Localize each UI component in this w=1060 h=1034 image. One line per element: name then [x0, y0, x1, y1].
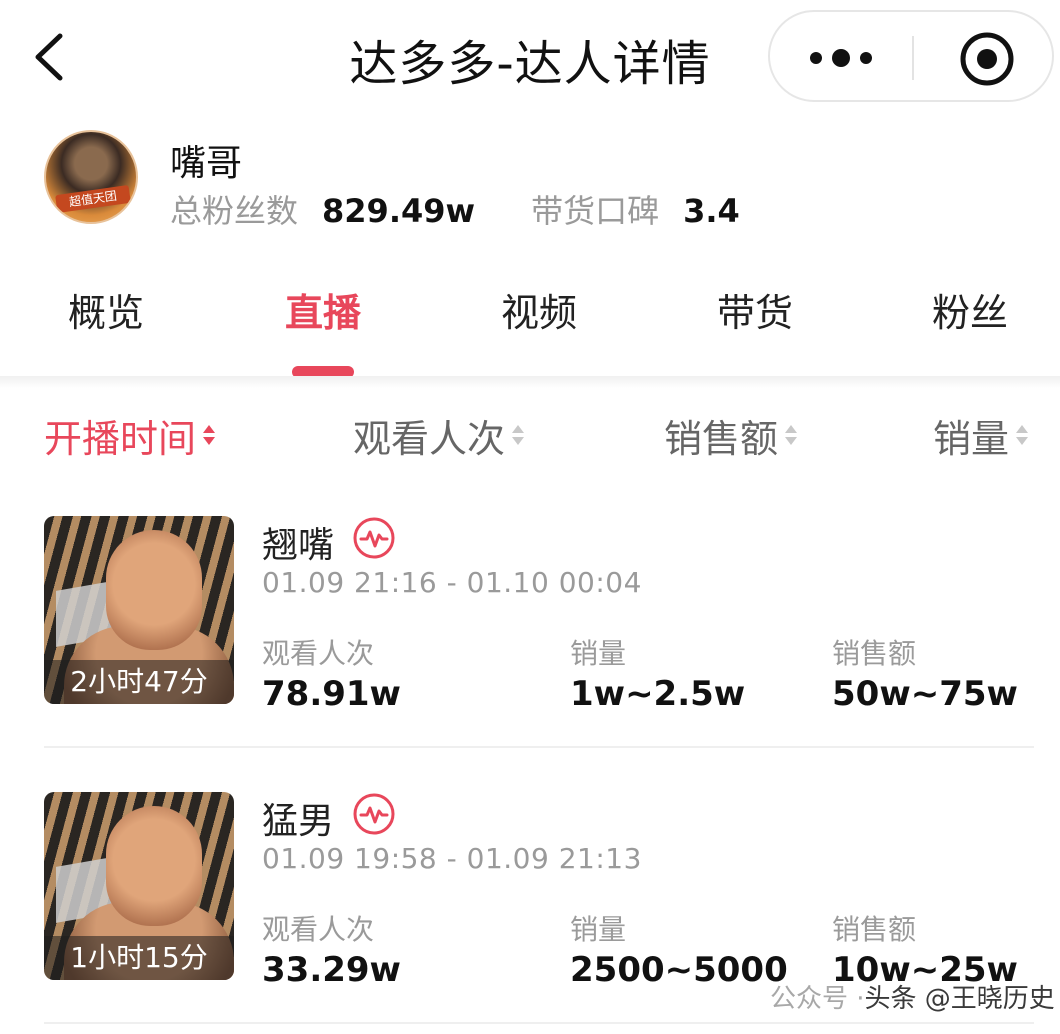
tab-sales[interactable]: 带货: [717, 282, 793, 337]
more-dots-icon[interactable]: [806, 40, 876, 76]
sort-volume[interactable]: 销量: [933, 408, 1029, 463]
watermark: 公众号 · 头条 @王晓历史: [762, 974, 1055, 1018]
metric-value: 33.29w: [262, 950, 401, 990]
metric-label: 销售额: [832, 637, 917, 670]
live-duration: 1小时15分: [44, 936, 234, 980]
reputation-value: 3.4: [683, 192, 740, 230]
sort-revenue-label: 销售额: [664, 417, 779, 461]
tab-bar: 概览 直播 视频 带货 粉丝: [0, 270, 1060, 380]
sort-revenue[interactable]: 销售额: [664, 408, 798, 463]
avatar-badge: 超值天团: [55, 184, 131, 214]
metric-value: 1w~2.5w: [570, 674, 746, 714]
metric-label: 销量: [570, 637, 627, 670]
metric-label: 销售额: [832, 913, 917, 946]
metric-sales: 销量 2500~5000: [570, 908, 788, 990]
watermark-faded: 公众号 ·: [770, 983, 865, 1014]
live-time-range: 01.09 19:58 - 01.09 21:13: [262, 842, 642, 875]
live-thumbnail: 1小时15分: [44, 792, 234, 980]
sort-arrows-icon: [511, 422, 525, 450]
metric-revenue: 销售额 50w~75w: [832, 632, 1018, 714]
thumbnail-face: [106, 530, 202, 650]
list-divider: [44, 746, 1034, 748]
tab-overview[interactable]: 概览: [68, 282, 144, 337]
live-time-range: 01.09 21:16 - 01.10 00:04: [262, 566, 642, 599]
sort-arrows-icon: [784, 422, 798, 450]
reputation-label: 带货口碑: [531, 192, 660, 230]
live-item[interactable]: 2小时47分 翘嘴 01.09 21:16 - 01.10 00:04 观看人次…: [0, 516, 1060, 746]
profile-header: 超值天团 嘴哥 总粉丝数 829.49w 带货口碑 3.4: [0, 120, 1060, 240]
fans-label: 总粉丝数: [170, 192, 299, 230]
fans-value: 829.49w: [322, 192, 476, 230]
metric-label: 观看人次: [262, 913, 375, 946]
tab-video[interactable]: 视频: [501, 282, 577, 337]
metric-value: 2500~5000: [570, 950, 788, 990]
nav-bar: 达多多-达人详情: [0, 0, 1060, 112]
live-title: 猛男: [262, 801, 335, 842]
tab-live[interactable]: 直播: [285, 282, 361, 337]
sort-start-time[interactable]: 开播时间: [44, 408, 216, 463]
sort-bar: 开播时间 观看人次 销售额 销量: [0, 408, 1060, 468]
list-divider: [44, 1022, 1034, 1024]
sort-views-label: 观看人次: [353, 417, 506, 461]
live-pulse-icon: [353, 793, 395, 835]
sort-arrows-icon: [202, 422, 216, 450]
watermark-text: 头条 @王晓历史: [864, 983, 1055, 1014]
sort-start-time-label: 开播时间: [44, 417, 197, 461]
metric-sales: 销量 1w~2.5w: [570, 632, 745, 714]
tab-divider: [0, 376, 1060, 388]
metric-label: 销量: [570, 913, 627, 946]
metric-label: 观看人次: [262, 637, 375, 670]
profile-name: 嘴哥: [170, 143, 243, 184]
sort-volume-label: 销量: [933, 417, 1010, 461]
sort-arrows-icon: [1015, 422, 1029, 450]
metric-value: 78.91w: [262, 674, 401, 714]
capsule-divider: [912, 36, 914, 80]
target-icon[interactable]: [958, 30, 1016, 88]
sort-views[interactable]: 观看人次: [353, 408, 525, 463]
profile-stats: 总粉丝数 829.49w 带货口碑 3.4: [170, 186, 740, 232]
metric-value: 50w~75w: [832, 674, 1018, 714]
thumbnail-face: [106, 806, 202, 926]
tab-fans[interactable]: 粉丝: [932, 282, 1008, 337]
live-thumbnail: 2小时47分: [44, 516, 234, 704]
metric-views: 观看人次 33.29w: [262, 908, 401, 990]
live-pulse-icon: [353, 517, 395, 559]
live-duration: 2小时47分: [44, 660, 234, 704]
mini-program-capsule: [768, 10, 1054, 102]
metric-views: 观看人次 78.91w: [262, 632, 401, 714]
live-title: 翘嘴: [262, 525, 335, 566]
avatar: 超值天团: [44, 130, 138, 224]
